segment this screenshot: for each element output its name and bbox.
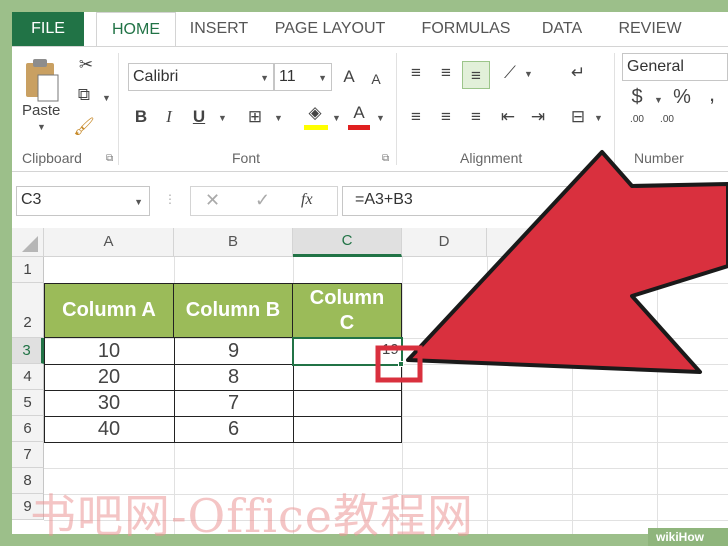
watermark-text: 书吧网-Office教程网: [30, 489, 475, 543]
red-arrow-overlay: [375, 150, 728, 383]
wikihow-logo: wikiHow: [648, 528, 728, 546]
pointer-arrow-shape: [406, 150, 728, 374]
